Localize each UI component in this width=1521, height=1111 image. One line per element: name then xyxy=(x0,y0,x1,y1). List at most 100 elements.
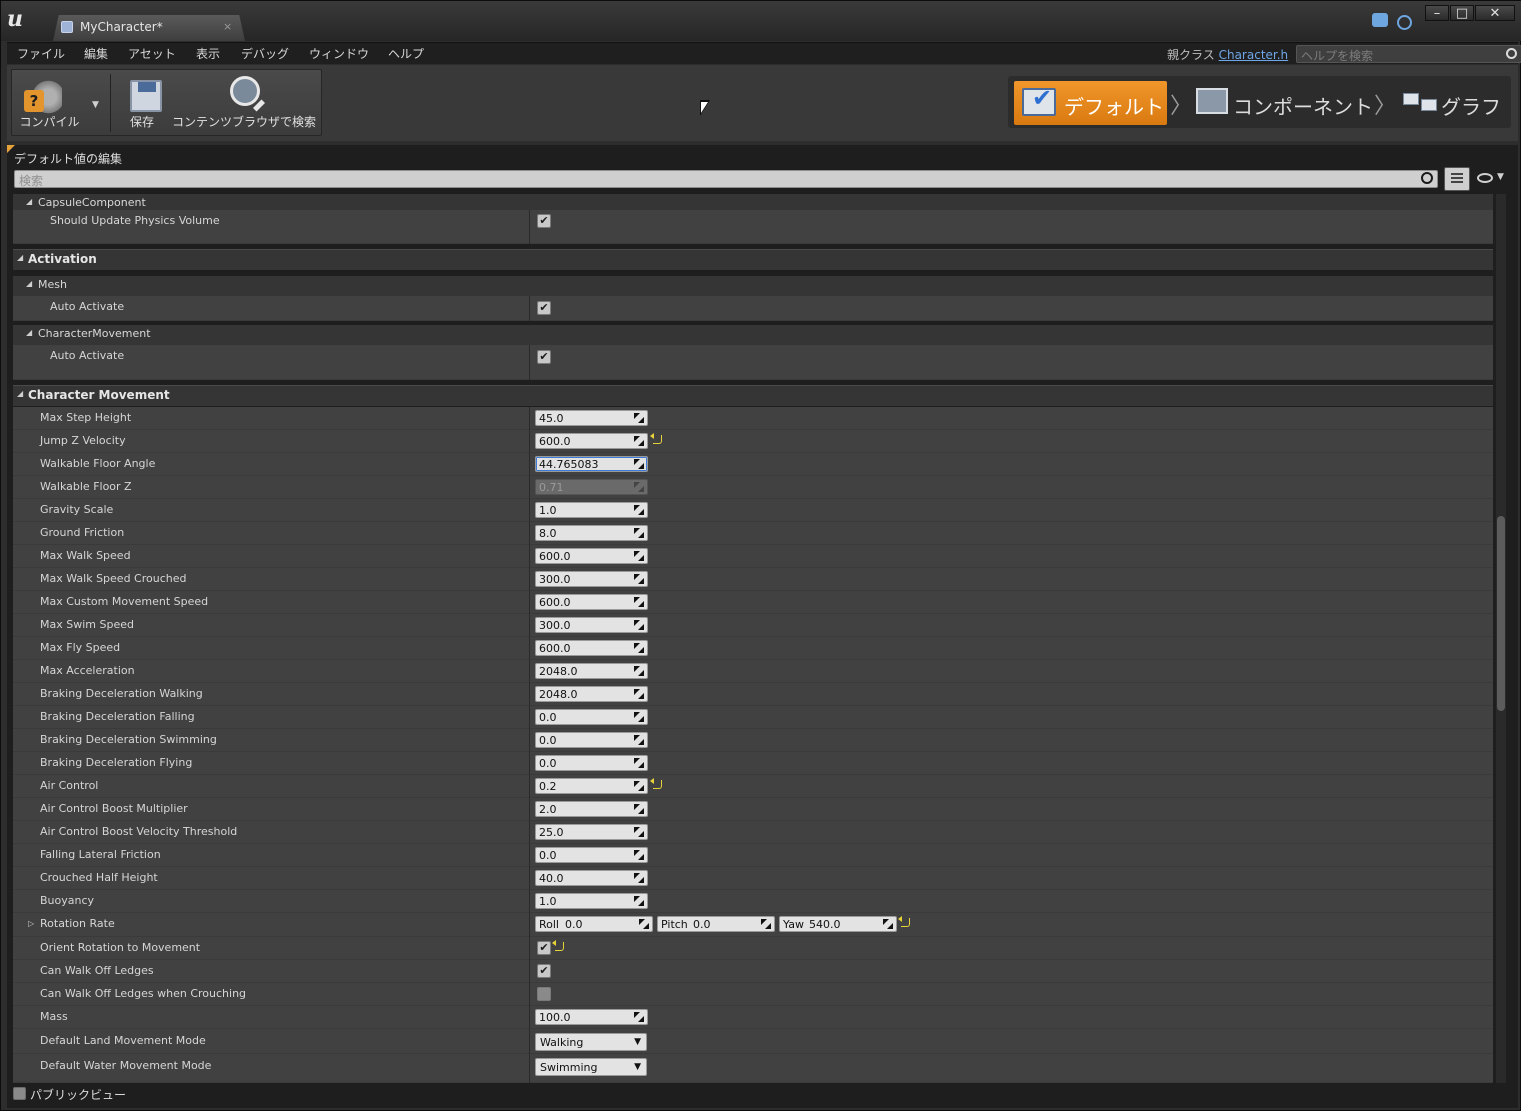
mode-defaults-tab[interactable]: デフォルト xyxy=(1014,81,1167,125)
expand-arrow-icon[interactable]: ◢ xyxy=(26,328,32,337)
column-divider[interactable] xyxy=(529,706,530,729)
category-character-movement[interactable]: ◢ CharacterMovement xyxy=(13,325,1493,345)
help-search-input[interactable]: ヘルプを検索 xyxy=(1296,45,1521,63)
search-icon[interactable] xyxy=(1421,172,1433,184)
compile-button[interactable]: ? コンパイル xyxy=(12,70,87,136)
rotation-roll-field[interactable]: Roll 0.0 xyxy=(535,916,653,932)
default-land-mode-dropdown[interactable]: Walking ▼ xyxy=(535,1033,647,1051)
numeric-input[interactable]: 0.0 xyxy=(535,847,648,863)
menu-help[interactable]: ヘルプ xyxy=(388,45,424,62)
numeric-input[interactable]: 44.765083 xyxy=(535,456,648,472)
mass-input[interactable]: 100.0 xyxy=(535,1009,648,1025)
numeric-input[interactable]: 2048.0 xyxy=(535,686,648,702)
numeric-input[interactable]: 25.0 xyxy=(535,824,648,840)
public-view-toggle[interactable]: パブリックビュー xyxy=(13,1085,313,1105)
reset-to-default-icon[interactable] xyxy=(650,778,662,789)
numeric-input[interactable]: 2.0 xyxy=(535,801,648,817)
column-divider[interactable] xyxy=(529,729,530,752)
can-walk-off-ledges-crouching-checkbox[interactable] xyxy=(537,987,551,1001)
column-divider[interactable] xyxy=(529,591,530,614)
column-divider[interactable] xyxy=(529,499,530,522)
maximize-button[interactable]: □ xyxy=(1450,5,1474,21)
movement-auto-activate-checkbox[interactable]: ✔ xyxy=(537,350,551,364)
default-water-mode-dropdown[interactable]: Swimming ▼ xyxy=(535,1058,647,1076)
column-divider[interactable] xyxy=(529,210,530,244)
column-divider[interactable] xyxy=(529,568,530,591)
numeric-input[interactable]: 300.0 xyxy=(535,617,648,633)
browse-content-button[interactable]: コンテンツブラウザで検索 xyxy=(170,70,318,136)
menu-debug[interactable]: デバッグ xyxy=(241,45,289,62)
expand-arrow-icon[interactable]: ◢ xyxy=(17,389,23,398)
mesh-auto-activate-checkbox[interactable]: ✔ xyxy=(537,301,551,315)
column-divider[interactable] xyxy=(529,345,530,380)
column-divider[interactable] xyxy=(529,522,530,545)
search-icon[interactable] xyxy=(1506,48,1517,59)
menu-asset[interactable]: アセット xyxy=(128,45,176,62)
tab-close-icon[interactable]: × xyxy=(223,20,232,33)
scrollbar-thumb[interactable] xyxy=(1497,516,1505,711)
numeric-input[interactable]: 0.0 xyxy=(535,709,648,725)
numeric-input[interactable]: 600.0 xyxy=(535,433,648,449)
expand-arrow-icon[interactable]: ◢ xyxy=(26,279,32,288)
numeric-input[interactable]: 0.0 xyxy=(535,732,648,748)
save-button[interactable]: 保存 xyxy=(117,70,167,136)
expand-arrow-icon[interactable]: ◢ xyxy=(26,197,32,206)
column-divider[interactable] xyxy=(529,960,530,983)
numeric-input[interactable]: 45.0 xyxy=(535,410,648,426)
rotation-yaw-field[interactable]: Yaw 540.0 xyxy=(779,916,897,932)
category-mesh[interactable]: ◢ Mesh xyxy=(13,276,1493,296)
column-divider[interactable] xyxy=(529,660,530,683)
column-divider[interactable] xyxy=(529,798,530,821)
should-update-physics-volume-checkbox[interactable]: ✔ xyxy=(537,214,551,228)
numeric-input[interactable]: 0.2 xyxy=(535,778,648,794)
rotation-pitch-field[interactable]: Pitch 0.0 xyxy=(657,916,775,932)
column-divider[interactable] xyxy=(529,637,530,660)
expand-arrow-icon[interactable]: ▷ xyxy=(28,919,34,928)
numeric-input[interactable]: 40.0 xyxy=(535,870,648,886)
numeric-input[interactable]: 8.0 xyxy=(535,525,648,541)
numeric-input[interactable]: 1.0 xyxy=(535,893,648,909)
chat-icon[interactable] xyxy=(1372,13,1388,27)
section-activation[interactable]: ◢ Activation xyxy=(13,249,1493,270)
section-character-movement[interactable]: ◢ Character Movement xyxy=(13,385,1493,406)
column-divider[interactable] xyxy=(529,821,530,844)
menu-edit[interactable]: 編集 xyxy=(84,45,108,62)
mode-components-tab[interactable]: コンポーネント xyxy=(1188,81,1373,125)
column-divider[interactable] xyxy=(529,1006,530,1029)
mode-graph-tab[interactable]: グラフ xyxy=(1395,81,1510,125)
expand-arrow-icon[interactable]: ◢ xyxy=(17,253,23,262)
reset-to-default-icon[interactable] xyxy=(650,433,662,444)
can-walk-off-ledges-checkbox[interactable]: ✔ xyxy=(537,964,551,978)
menu-window[interactable]: ウィンドウ xyxy=(309,45,369,62)
property-matrix-button[interactable] xyxy=(1444,167,1470,191)
public-view-checkbox[interactable] xyxy=(13,1087,26,1100)
numeric-input[interactable]: 300.0 xyxy=(535,571,648,587)
column-divider[interactable] xyxy=(529,296,530,321)
column-divider[interactable] xyxy=(529,752,530,775)
column-divider[interactable] xyxy=(529,775,530,798)
numeric-input[interactable]: 1.0 xyxy=(535,502,648,518)
column-divider[interactable] xyxy=(529,614,530,637)
menu-file[interactable]: ファイル xyxy=(17,45,65,62)
details-property-grid[interactable]: ◢ CapsuleComponent Should Update Physics… xyxy=(13,194,1493,1083)
column-divider[interactable] xyxy=(529,683,530,706)
column-divider[interactable] xyxy=(529,1029,530,1054)
eye-icon[interactable] xyxy=(1477,173,1493,183)
view-options-dropdown-icon[interactable]: ▼ xyxy=(1497,172,1504,182)
numeric-input[interactable]: 600.0 xyxy=(535,640,648,656)
column-divider[interactable] xyxy=(529,453,530,476)
close-button[interactable]: ✕ xyxy=(1475,5,1515,21)
source-control-icon[interactable] xyxy=(1397,15,1412,30)
unreal-logo-icon[interactable]: u xyxy=(7,7,31,31)
numeric-input[interactable]: 2048.0 xyxy=(535,663,648,679)
column-divider[interactable] xyxy=(529,545,530,568)
column-divider[interactable] xyxy=(529,867,530,890)
orient-rotation-checkbox[interactable]: ✔ xyxy=(537,941,551,955)
column-divider[interactable] xyxy=(529,890,530,913)
reset-to-default-icon[interactable] xyxy=(898,916,910,927)
title-bar[interactable]: u MyCharacter* × – □ ✕ xyxy=(1,1,1521,41)
column-divider[interactable] xyxy=(529,937,530,960)
reset-to-default-icon[interactable] xyxy=(552,940,564,951)
column-divider[interactable] xyxy=(529,430,530,453)
menu-view[interactable]: 表示 xyxy=(196,45,220,62)
